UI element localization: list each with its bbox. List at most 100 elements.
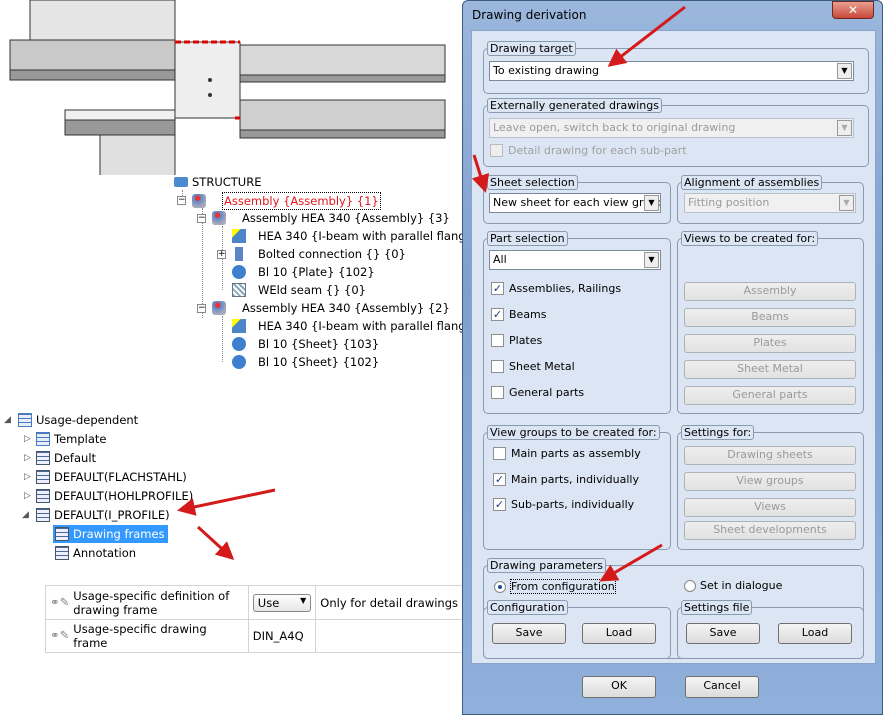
tree-item-flachstahl[interactable]: DEFAULT(FLACHSTAHL) bbox=[36, 469, 187, 485]
arrow-icon bbox=[196, 525, 235, 561]
arrow-icon bbox=[177, 488, 276, 516]
config-load-button[interactable]: Load bbox=[582, 623, 656, 644]
row-note: Only for detail drawings bbox=[315, 585, 463, 620]
view-groups-group: View groups to be created for: Main part… bbox=[483, 425, 671, 550]
collapsed-arrow-icon[interactable]: ▷ bbox=[24, 453, 31, 463]
ok-button[interactable]: OK bbox=[582, 676, 656, 698]
drawing-target-select[interactable]: To existing drawing ▼ bbox=[489, 61, 854, 81]
checkbox-assemblies[interactable]: ✓ Assemblies, Railings bbox=[491, 282, 621, 295]
tree-item-sheet[interactable]: Bl 10 {Sheet} {102} bbox=[232, 354, 379, 370]
assembly-icon bbox=[212, 211, 226, 225]
expanded-arrow-icon[interactable]: ◢ bbox=[4, 415, 11, 425]
views-button[interactable]: Views bbox=[684, 498, 856, 517]
assembly-icon bbox=[212, 301, 226, 315]
external-drawings-select[interactable]: Leave open, switch back to original draw… bbox=[489, 118, 854, 138]
settings-file-group: Settings file Save Load bbox=[677, 600, 864, 659]
sheet-selection-select[interactable]: New sheet for each view group ▼ bbox=[489, 193, 661, 213]
weld-seam-icon bbox=[232, 283, 246, 297]
expanded-arrow-icon[interactable]: ◢ bbox=[22, 510, 29, 520]
chevron-down-icon: ▼ bbox=[644, 195, 659, 211]
chevron-down-icon: ▼ bbox=[300, 595, 307, 605]
checkbox-main-parts-individually[interactable]: ✓ Main parts, individually bbox=[493, 473, 639, 486]
radio-from-configuration[interactable]: From configuration bbox=[494, 579, 616, 594]
sheet-icon bbox=[232, 337, 246, 351]
tree-item-sheet[interactable]: Bl 10 {Sheet} {103} bbox=[232, 336, 379, 352]
chevron-down-icon: ▼ bbox=[837, 63, 852, 79]
collapse-toggle[interactable]: − bbox=[177, 196, 186, 205]
chevron-down-icon: ▼ bbox=[839, 195, 854, 211]
tree-item-beam[interactable]: HEA 340 {I-beam with parallel flange s bbox=[232, 228, 482, 244]
plate-icon bbox=[232, 265, 246, 279]
properties-table: ⚭✎ Usage-specific definition of drawing f… bbox=[45, 585, 463, 653]
usage-select[interactable]: Use ▼ bbox=[252, 593, 312, 612]
tree-item-assembly-3[interactable]: Assembly HEA 340 {Assembly} {3} bbox=[212, 210, 450, 226]
beam-icon bbox=[232, 319, 246, 333]
tree-item-bolted-connection[interactable]: Bolted connection {} {0} bbox=[232, 246, 406, 262]
table-row: ⚭✎ Usage-specific definition of drawing f… bbox=[45, 585, 463, 620]
tree-item-weld-seam[interactable]: WEld seam {} {0} bbox=[232, 282, 366, 298]
table-icon bbox=[18, 413, 32, 427]
settings-save-button[interactable]: Save bbox=[686, 623, 760, 644]
drawing-frame-value[interactable]: DIN_A4Q bbox=[247, 619, 317, 653]
tree-item-hohlprofile[interactable]: DEFAULT(HOHLPROFILE) bbox=[36, 488, 193, 504]
drawing-target-group: Drawing target To existing drawing ▼ bbox=[483, 41, 869, 94]
checkbox-sub-parts-individually[interactable]: ✓ Sub-parts, individually bbox=[493, 498, 634, 511]
cancel-button[interactable]: Cancel bbox=[685, 676, 759, 698]
chevron-down-icon: ▼ bbox=[644, 252, 659, 268]
views-general-parts-button[interactable]: General parts bbox=[684, 386, 856, 405]
settings-for-group: Settings for: Drawing sheets View groups… bbox=[677, 425, 864, 550]
checkbox-beams[interactable]: ✓ Beams bbox=[491, 308, 547, 321]
alignment-select[interactable]: Fitting position ▼ bbox=[684, 193, 856, 213]
expand-toggle[interactable]: + bbox=[217, 250, 226, 259]
tree-item-default[interactable]: Default bbox=[36, 450, 96, 466]
checkbox-general-parts[interactable]: General parts bbox=[491, 386, 584, 399]
configuration-group: Configuration Save Load bbox=[483, 600, 671, 659]
table-link-icon bbox=[55, 546, 69, 560]
sheet-developments-button[interactable]: Sheet developments bbox=[684, 521, 856, 540]
tree-item-usage-dependent[interactable]: Usage-dependent bbox=[18, 412, 138, 428]
tree-item-template[interactable]: Template bbox=[36, 431, 106, 447]
tree-item-assembly-1[interactable]: Assembly {Assembly} {1} bbox=[192, 192, 381, 210]
drawing-parameters-group: Drawing parameters From configuration Se… bbox=[483, 558, 864, 659]
tree-item-plate[interactable]: Bl 10 {Plate} {102} bbox=[232, 264, 375, 280]
tree-item-annotation[interactable]: Annotation bbox=[55, 545, 136, 561]
table-row: ⚭✎ Usage-specific drawing frame DIN_A4Q bbox=[45, 619, 463, 653]
collapse-toggle[interactable]: − bbox=[197, 214, 206, 223]
tree-item-i-profile[interactable]: DEFAULT(I_PROFILE) bbox=[36, 507, 170, 523]
table-link-icon bbox=[36, 470, 50, 484]
table-link-icon bbox=[55, 527, 69, 541]
collapsed-arrow-icon[interactable]: ▷ bbox=[24, 472, 31, 482]
table-icon bbox=[36, 432, 50, 446]
collapse-toggle[interactable]: − bbox=[197, 304, 206, 313]
view-groups-button[interactable]: View groups bbox=[684, 472, 856, 491]
collapsed-arrow-icon[interactable]: ▷ bbox=[24, 434, 31, 444]
part-selection-group: Part selection All ▼ ✓ Assemblies, Railing… bbox=[483, 231, 671, 414]
part-selection-select[interactable]: All ▼ bbox=[489, 250, 661, 270]
collapsed-arrow-icon[interactable]: ▷ bbox=[24, 491, 31, 501]
views-beams-button[interactable]: Beams bbox=[684, 308, 856, 327]
link-edit-icon: ⚭✎ bbox=[50, 628, 70, 642]
settings-load-button[interactable]: Load bbox=[778, 623, 852, 644]
tree-item-assembly-2[interactable]: Assembly HEA 340 {Assembly} {2} bbox=[212, 300, 450, 316]
views-assembly-button[interactable]: Assembly bbox=[684, 282, 856, 301]
config-save-button[interactable]: Save bbox=[492, 623, 566, 644]
drawing-sheets-button[interactable]: Drawing sheets bbox=[684, 446, 856, 465]
tree-root-structure[interactable]: STRUCTURE bbox=[174, 174, 261, 190]
dialog-title: Drawing derivation bbox=[472, 8, 587, 22]
sheet-icon bbox=[232, 355, 246, 369]
folder-icon bbox=[174, 177, 188, 187]
assembly-icon bbox=[192, 194, 206, 208]
checkbox-plates[interactable]: Plates bbox=[491, 334, 542, 347]
radio-set-in-dialogue[interactable]: Set in dialogue bbox=[684, 579, 782, 592]
views-sheet-metal-button[interactable]: Sheet Metal bbox=[684, 360, 856, 379]
tree-item-drawing-frames[interactable]: Drawing frames bbox=[53, 525, 168, 543]
close-button[interactable]: ✕ bbox=[832, 1, 874, 19]
alignment-group: Alignment of assemblies Fitting position… bbox=[677, 175, 864, 224]
drawing-derivation-dialog: Drawing derivation ✕ Drawing target To e… bbox=[462, 0, 883, 715]
checkbox-sheet-metal[interactable]: Sheet Metal bbox=[491, 360, 575, 373]
detail-drawing-checkbox[interactable]: Detail drawing for each sub-part bbox=[490, 144, 687, 157]
table-link-icon bbox=[36, 508, 50, 522]
views-plates-button[interactable]: Plates bbox=[684, 334, 856, 353]
tree-item-beam[interactable]: HEA 340 {I-beam with parallel flange s bbox=[232, 318, 482, 334]
checkbox-main-parts-assembly[interactable]: Main parts as assembly bbox=[493, 447, 641, 460]
